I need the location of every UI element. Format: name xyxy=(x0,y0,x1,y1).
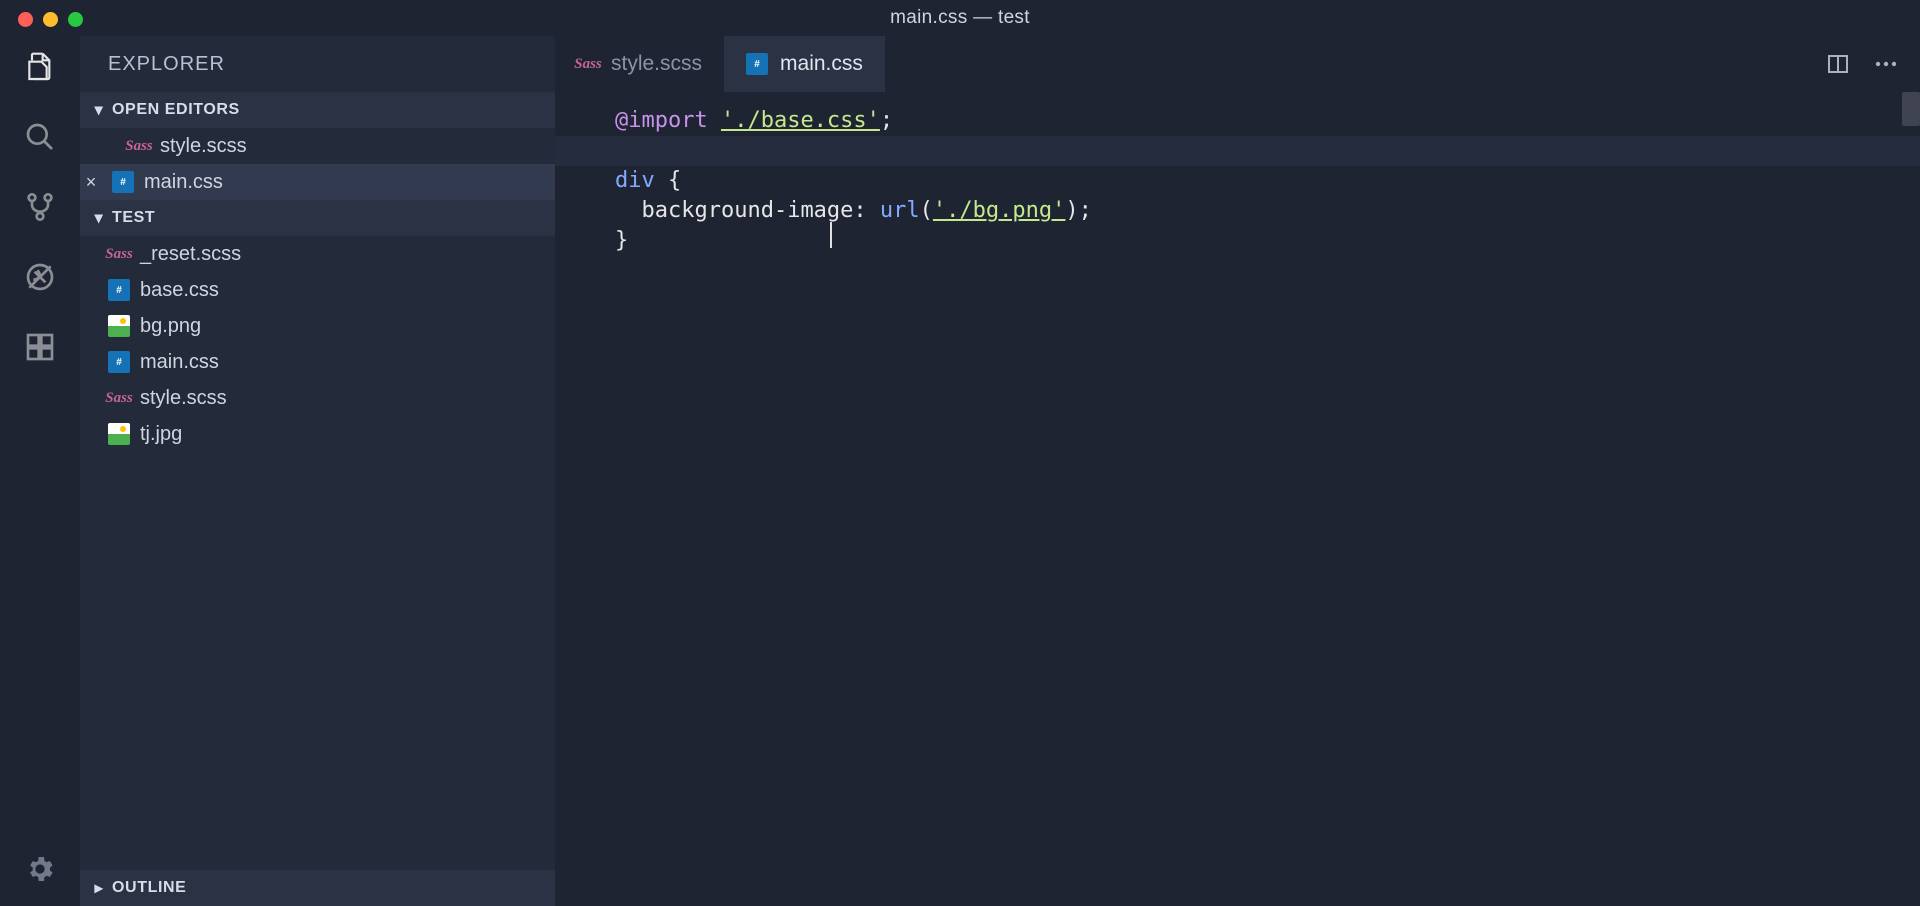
file-tree-item[interactable]: # base.css xyxy=(80,272,555,308)
settings-gear-icon[interactable] xyxy=(23,852,57,886)
file-name-label: base.css xyxy=(140,279,219,302)
sass-file-icon: Sass xyxy=(577,53,599,75)
split-editor-icon[interactable] xyxy=(1826,52,1850,76)
file-name-label: style.scss xyxy=(160,135,247,158)
file-name-label: tj.jpg xyxy=(140,423,182,446)
file-tree-item[interactable]: bg.png xyxy=(80,308,555,344)
file-tree-item[interactable]: tj.jpg xyxy=(80,416,555,452)
chevron-right-icon: ▸ xyxy=(90,878,108,898)
code-line[interactable]: @import './base.css'; xyxy=(615,106,1920,136)
image-file-icon xyxy=(108,423,130,445)
sass-file-icon: Sass xyxy=(128,135,150,157)
more-actions-icon[interactable] xyxy=(1874,60,1898,68)
open-editors-label: OPEN EDITORS xyxy=(112,101,240,119)
folder-label: TEST xyxy=(112,209,155,227)
editor-actions xyxy=(1826,52,1920,76)
file-name-label: style.scss xyxy=(140,387,227,410)
css-file-icon: # xyxy=(108,279,130,301)
file-name-label: bg.png xyxy=(140,315,201,338)
sass-file-icon: Sass xyxy=(108,387,130,409)
maximize-window-button[interactable] xyxy=(68,12,83,27)
file-tree-item[interactable]: # main.css xyxy=(80,344,555,380)
code-editor[interactable]: @import './base.css'; div { background-i… xyxy=(555,92,1920,906)
tab-label: style.scss xyxy=(611,52,702,76)
sidebar-title: EXPLORER xyxy=(80,36,555,92)
code-line[interactable]: background-image: url('./bg.png'); xyxy=(615,196,1920,226)
activity-bar xyxy=(0,36,80,906)
open-editor-item[interactable]: Sass style.scss xyxy=(80,128,555,164)
debug-tab-icon[interactable] xyxy=(23,260,57,294)
app-body: EXPLORER ▾ OPEN EDITORS Sass style.scss … xyxy=(0,36,1920,906)
open-editors-header[interactable]: ▾ OPEN EDITORS xyxy=(80,92,555,128)
minimize-window-button[interactable] xyxy=(43,12,58,27)
css-file-icon: # xyxy=(112,171,134,193)
file-tree-item[interactable]: Sass _reset.scss xyxy=(80,236,555,272)
text-cursor xyxy=(830,222,832,248)
search-tab-icon[interactable] xyxy=(23,120,57,154)
editor-area: Sass style.scss # main.css @import './ba… xyxy=(555,36,1920,906)
source-control-tab-icon[interactable] xyxy=(23,190,57,224)
window-title: main.css — test xyxy=(0,7,1920,29)
editor-tab[interactable]: # main.css xyxy=(724,36,885,92)
outline-label: OUTLINE xyxy=(112,879,186,897)
explorer-tab-icon[interactable] xyxy=(23,50,57,84)
explorer-sidebar: EXPLORER ▾ OPEN EDITORS Sass style.scss … xyxy=(80,36,555,906)
titlebar: main.css — test xyxy=(0,0,1920,36)
close-window-button[interactable] xyxy=(18,12,33,27)
scrollbar-thumb[interactable] xyxy=(1902,92,1920,126)
css-file-icon: # xyxy=(746,53,768,75)
code-line[interactable]: div { xyxy=(615,166,1920,196)
extensions-tab-icon[interactable] xyxy=(23,330,57,364)
outline-header[interactable]: ▸ OUTLINE xyxy=(80,870,555,906)
folder-header[interactable]: ▾ TEST xyxy=(80,200,555,236)
file-name-label: _reset.scss xyxy=(140,243,241,266)
close-editor-icon[interactable]: × xyxy=(80,172,102,193)
sass-file-icon: Sass xyxy=(108,243,130,265)
code-line[interactable] xyxy=(555,136,1920,166)
editor-tabs: Sass style.scss # main.css xyxy=(555,36,1920,92)
image-file-icon xyxy=(108,315,130,337)
file-name-label: main.css xyxy=(144,171,223,194)
css-file-icon: # xyxy=(108,351,130,373)
editor-tab[interactable]: Sass style.scss xyxy=(555,36,724,92)
editor-scrollbar[interactable] xyxy=(1902,92,1920,906)
open-editor-item[interactable]: × # main.css xyxy=(80,164,555,200)
code-line[interactable]: } xyxy=(615,226,1920,256)
chevron-down-icon: ▾ xyxy=(90,208,108,228)
chevron-down-icon: ▾ xyxy=(90,100,108,120)
file-name-label: main.css xyxy=(140,351,219,374)
file-tree-item[interactable]: Sass style.scss xyxy=(80,380,555,416)
tab-label: main.css xyxy=(780,52,863,76)
window-controls xyxy=(18,12,83,27)
